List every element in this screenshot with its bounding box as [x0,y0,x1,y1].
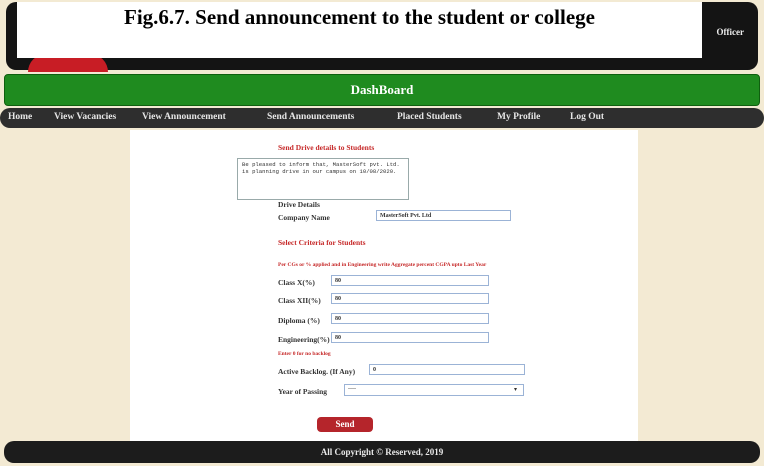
year-label: Year of Passing [278,387,328,396]
diploma-label: Diploma (%) [278,316,320,325]
drive-details-label: Drive Details [278,200,320,209]
section-title: Send Drive details to Students [278,143,375,152]
nav-placed-students[interactable]: Placed Students [397,112,462,122]
company-label: Company Name [278,213,330,222]
dashboard-bar: DashBoard [4,74,760,106]
footer-copyright: All Copyright © Reserved, 2019 [320,447,444,457]
year-select[interactable]: ---- ▾ [344,384,524,396]
send-button[interactable]: Send [317,417,373,432]
backlog-input[interactable]: 0 [369,364,525,375]
figure-caption: Fig.6.7. Send announcement to the studen… [124,5,595,29]
nav-home[interactable]: Home [8,112,32,122]
dashboard-title: DashBoard [350,82,414,97]
figure-caption-box: Fig.6.7. Send announcement to the studen… [17,2,702,58]
class-x-label: Class X(%) [278,278,315,287]
page: Officer Fig.6.7. Send announcement to th… [0,0,764,466]
nav-log-out[interactable]: Log Out [570,112,604,122]
nav-my-profile[interactable]: My Profile [497,112,540,122]
nav-bar: Home View Vacancies View Announcement Se… [0,108,764,128]
message-textarea[interactable]: Be pleased to inform that, MasterSoft pv… [237,158,409,200]
nav-view-announcement[interactable]: View Announcement [142,112,226,122]
criteria-note: Per CGs or % applied and in Engineering … [278,262,487,268]
officer-label: Officer [716,27,744,37]
year-select-value: ---- [348,386,356,392]
class-x-input[interactable]: 80 [331,275,489,286]
backlog-note: Enter 0 for no backlog [278,351,331,357]
nav-view-vacancies[interactable]: View Vacancies [54,112,116,122]
chevron-down-icon: ▾ [513,387,517,393]
diploma-input[interactable]: 80 [331,313,489,324]
backlog-label: Active Backlog. (If Any) [278,367,356,376]
nav-send-announcements[interactable]: Send Announcements [267,112,354,122]
engineering-label: Engineering(%) [278,335,330,344]
engineering-input[interactable]: 80 [331,332,489,343]
footer: All Copyright © Reserved, 2019 [4,441,760,463]
class-xii-label: Class XII(%) [278,296,321,305]
class-xii-input[interactable]: 80 [331,293,489,304]
criteria-title: Select Criteria for Students [278,238,366,247]
company-input[interactable]: MasterSoft Pvt. Ltd [376,210,511,221]
